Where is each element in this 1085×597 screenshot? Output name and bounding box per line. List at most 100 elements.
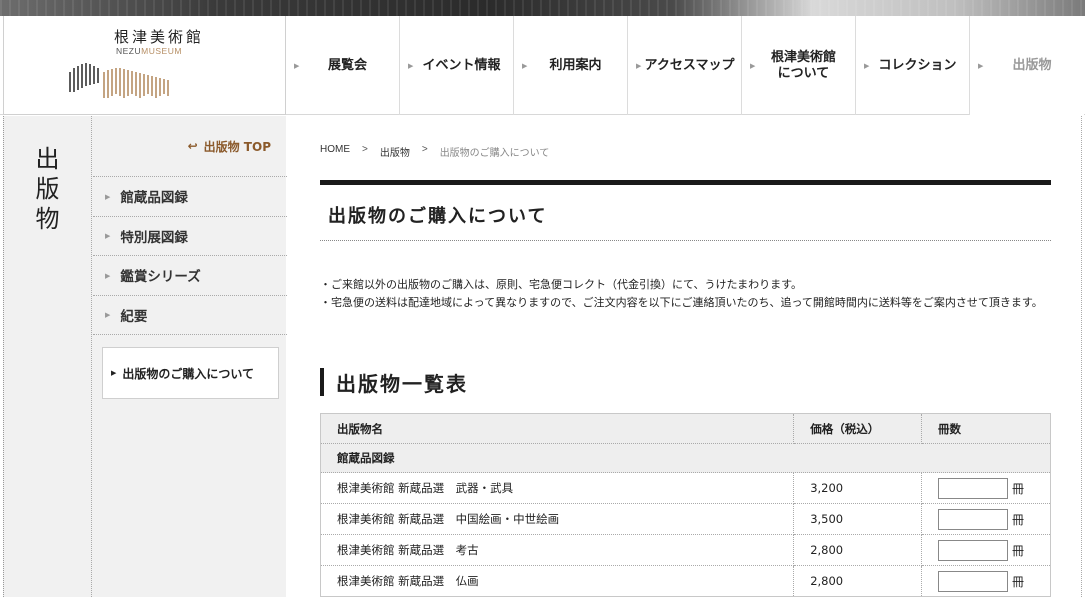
quantity-cell: 冊 [921,472,1051,504]
column-header-quantity: 冊数 [921,413,1051,444]
nav-arrow-icon: ▶ [294,61,300,70]
sidebar: 出 版 物 ↩ 出版物 TOP ▶ 館蔵品図録 ▶ 特別展図録 ▶ 鑑賞シリーズ ▶ 紀… [3,116,287,597]
breadcrumb-publications[interactable]: 出版物 [380,144,410,159]
publication-price: 3,500 [793,503,923,535]
table-row: 根津美術館 新蔵品選 考古 2,800 冊 [320,534,1051,566]
main-content: HOME > 出版物 > 出版物のご購入について 出版物のご購入について ・ご来… [320,116,1051,597]
publications-table: 出版物名 価格（税込） 冊数 館蔵品図録 根津美術館 新蔵品選 武器・武具 3,… [320,413,1051,597]
section-title-label: 出版物一覧表 [336,371,468,396]
return-arrow-icon: ↩ [187,139,198,153]
logo-mark-icon [69,63,169,98]
quantity-input[interactable] [938,508,1009,530]
sidebar-item-label: 出版物のご購入について [122,366,255,381]
logo-english-dark: NEZU [116,46,142,56]
nav-events[interactable]: ▶ イベント情報 [400,16,514,115]
note-text: ・ご来館以外の出版物のご購入は、原則、宅急便コレクト（代金引換）にて、うけたまわ… [320,278,803,291]
unit-label: 冊 [1012,512,1025,527]
breadcrumb-home[interactable]: HOME [320,144,350,159]
quantity-input[interactable] [938,539,1009,561]
nav-exhibitions[interactable]: ▶ 展覧会 [286,16,400,115]
top-photo-strip [0,0,1085,16]
unit-label: 冊 [1012,481,1025,496]
sidebar-title-char: 物 [35,205,60,233]
triangle-icon: ▶ [105,310,111,320]
publication-name: 根津美術館 新蔵品選 考古 [320,534,795,566]
nav-access-map[interactable]: ▶ アクセスマップ [628,16,742,115]
sidebar-item-collection-catalogue[interactable]: ▶ 館蔵品図録 [93,177,287,217]
sidebar-title: 出 版 物 [4,116,92,597]
logo-english: NEZUMUSEUM [116,46,182,56]
column-header-price: 価格（税込） [793,413,923,444]
purchase-notes: ・ご来館以外の出版物のご購入は、原則、宅急便コレクト（代金引換）にて、うけたまわ… [320,276,1051,312]
publications-top-label: 出版物 TOP [203,139,271,154]
quantity-cell: 冊 [921,565,1051,597]
quantity-cell: 冊 [921,534,1051,566]
nav-arrow-icon: ▶ [864,61,870,70]
category-label: 館蔵品図録 [320,443,1051,473]
sidebar-title-char: 版 [35,175,60,203]
sidebar-item-label: 紀要 [120,308,148,325]
nav-publications[interactable]: ▶ 出版物 [970,16,1084,115]
nav-label: アクセスマップ [644,57,735,73]
category-row: 館蔵品図録 [320,443,1051,473]
nav-arrow-icon: ▶ [978,61,984,70]
sidebar-item-label: 鑑賞シリーズ [120,269,201,286]
column-header-name: 出版物名 [320,413,795,444]
sidebar-item-appreciation-series[interactable]: ▶ 鑑賞シリーズ [93,256,287,296]
triangle-icon: ▶ [105,191,111,201]
table-row: 根津美術館 新蔵品選 武器・武具 3,200 冊 [320,472,1051,504]
nav-collection[interactable]: ▶ コレクション [856,16,970,115]
right-edge-border [1081,116,1085,597]
nav-label: イベント情報 [422,57,501,73]
publication-name: 根津美術館 新蔵品選 武器・武具 [320,472,795,504]
publication-price: 2,800 [793,534,923,566]
table-row: 根津美術館 新蔵品選 仏画 2,800 冊 [320,565,1051,597]
table-row: 根津美術館 新蔵品選 中国絵画・中世絵画 3,500 冊 [320,503,1051,535]
sidebar-item-label: 特別展図録 [120,229,188,246]
sidebar-menu: ↩ 出版物 TOP ▶ 館蔵品図録 ▶ 特別展図録 ▶ 鑑賞シリーズ ▶ 紀要 ▶ 出版物… [93,116,287,399]
publication-name: 根津美術館 新蔵品選 中国絵画・中世絵画 [320,503,795,535]
site-logo[interactable]: 根津美術館 NEZUMUSEUM [3,16,286,115]
nav-label: 利用案内 [549,57,602,73]
quantity-input[interactable] [938,570,1009,592]
unit-label: 冊 [1012,543,1025,558]
publication-price: 3,200 [793,472,923,504]
title-rule [320,180,1051,185]
publication-price: 2,800 [793,565,923,597]
sidebar-title-char: 出 [35,145,60,173]
sidebar-item-special-exhibition-catalogue[interactable]: ▶ 特別展図録 [93,217,287,256]
logo-english-gold: MUSEUM [141,46,182,56]
quantity-input[interactable] [938,477,1009,499]
title-divider [320,240,1051,241]
nav-arrow-icon: ▶ [636,61,642,70]
nav-label: 展覧会 [327,57,367,73]
nav-arrow-icon: ▶ [408,61,414,70]
breadcrumb: HOME > 出版物 > 出版物のご購入について [320,144,549,159]
nav-label: コレクション [878,57,957,73]
breadcrumb-separator: > [362,144,368,155]
table-header-row: 出版物名 価格（税込） 冊数 [320,413,1051,444]
nav-label: 根津美術館 について [770,49,836,81]
unit-label: 冊 [1012,574,1025,589]
note-text: ・宅急便の送料は配達地域によって異なりますので、ご注文内容を以下にご連絡頂いたの… [320,296,1043,309]
breadcrumb-current: 出版物のご購入について [439,148,550,159]
nav-arrow-icon: ▶ [522,61,528,70]
quantity-cell: 冊 [921,503,1051,535]
site-header: 根津美術館 NEZUMUSEUM ▶ 展覧会 ▶ イベント情報 ▶ 利用案内 ▶… [0,16,1085,115]
sidebar-item-bulletin[interactable]: ▶ 紀要 [93,296,287,335]
sidebar-item-purchase-info[interactable]: ▶ 出版物のご購入について [102,347,279,399]
nav-about[interactable]: ▶ 根津美術館 について [742,16,856,115]
publications-top-link[interactable]: ↩ 出版物 TOP [93,116,287,177]
breadcrumb-separator: > [421,144,428,155]
logo-japanese: 根津美術館 [114,28,205,46]
section-title-bar [320,368,324,396]
global-nav: ▶ 展覧会 ▶ イベント情報 ▶ 利用案内 ▶ アクセスマップ ▶ 根津美術館 について … [286,16,1084,115]
triangle-icon: ▶ [111,369,117,377]
nav-visitor-info[interactable]: ▶ 利用案内 [514,16,628,115]
publication-name: 根津美術館 新蔵品選 仏画 [320,565,795,597]
page-title: 出版物のご購入について [328,206,548,227]
section-title: 出版物一覧表 [320,366,468,398]
triangle-icon: ▶ [105,270,111,280]
nav-arrow-icon: ▶ [750,61,756,70]
nav-label: 出版物 [1012,57,1052,73]
